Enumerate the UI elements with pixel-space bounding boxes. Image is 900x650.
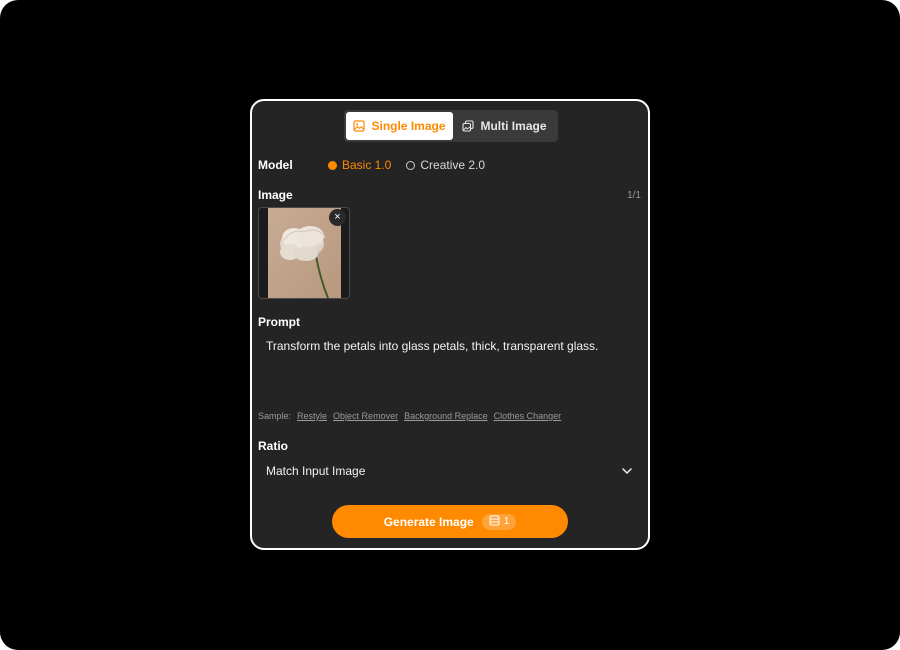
radio-selected-icon	[328, 160, 337, 170]
sample-link-object-remover[interactable]: Object Remover	[333, 411, 398, 421]
app-background: Single Image Multi Image Model Basic 1.0	[0, 0, 900, 650]
generator-panel: Single Image Multi Image Model Basic 1.0	[250, 99, 650, 550]
tab-single-image-label: Single Image	[371, 119, 446, 133]
image-label: Image	[258, 188, 293, 202]
image-icon	[353, 120, 366, 132]
close-icon: ×	[334, 211, 341, 223]
sample-link-background-replace[interactable]: Background Replace	[404, 411, 488, 421]
tab-multi-image[interactable]: Multi Image	[453, 112, 556, 140]
generate-image-button[interactable]: Generate Image 1	[332, 505, 568, 538]
remove-image-button[interactable]: ×	[329, 209, 346, 226]
mode-tabs: Single Image Multi Image	[344, 110, 558, 142]
coin-stack-icon	[489, 515, 500, 529]
sample-label: Sample:	[258, 411, 292, 421]
image-counter: 1/1	[627, 190, 641, 201]
images-stack-icon	[462, 120, 475, 132]
sample-prompts: Sample: Restyle Object Remover Backgroun…	[258, 411, 561, 421]
model-option-creative-label: Creative 2.0	[420, 158, 486, 172]
tab-multi-image-label: Multi Image	[480, 119, 547, 133]
credit-cost-value: 1	[503, 516, 510, 527]
chevron-down-icon[interactable]	[620, 464, 634, 478]
credit-cost-badge: 1	[481, 513, 517, 530]
radio-unselected-icon	[406, 160, 416, 170]
model-label: Model	[258, 158, 293, 172]
prompt-label: Prompt	[258, 315, 300, 329]
ratio-label: Ratio	[258, 439, 288, 453]
model-option-creative[interactable]: Creative 2.0	[406, 158, 485, 172]
ratio-select[interactable]: Match Input Image	[266, 464, 365, 478]
model-option-basic[interactable]: Basic 1.0	[328, 158, 391, 172]
model-radio-group: Basic 1.0 Creative 2.0	[328, 158, 485, 172]
generate-image-label: Generate Image	[383, 514, 474, 529]
model-option-basic-label: Basic 1.0	[342, 158, 392, 172]
sample-link-restyle[interactable]: Restyle	[297, 411, 327, 421]
prompt-textarea[interactable]: Transform the petals into glass petals, …	[266, 339, 636, 353]
tab-single-image[interactable]: Single Image	[346, 112, 453, 140]
sample-link-clothes-changer[interactable]: Clothes Changer	[494, 411, 562, 421]
